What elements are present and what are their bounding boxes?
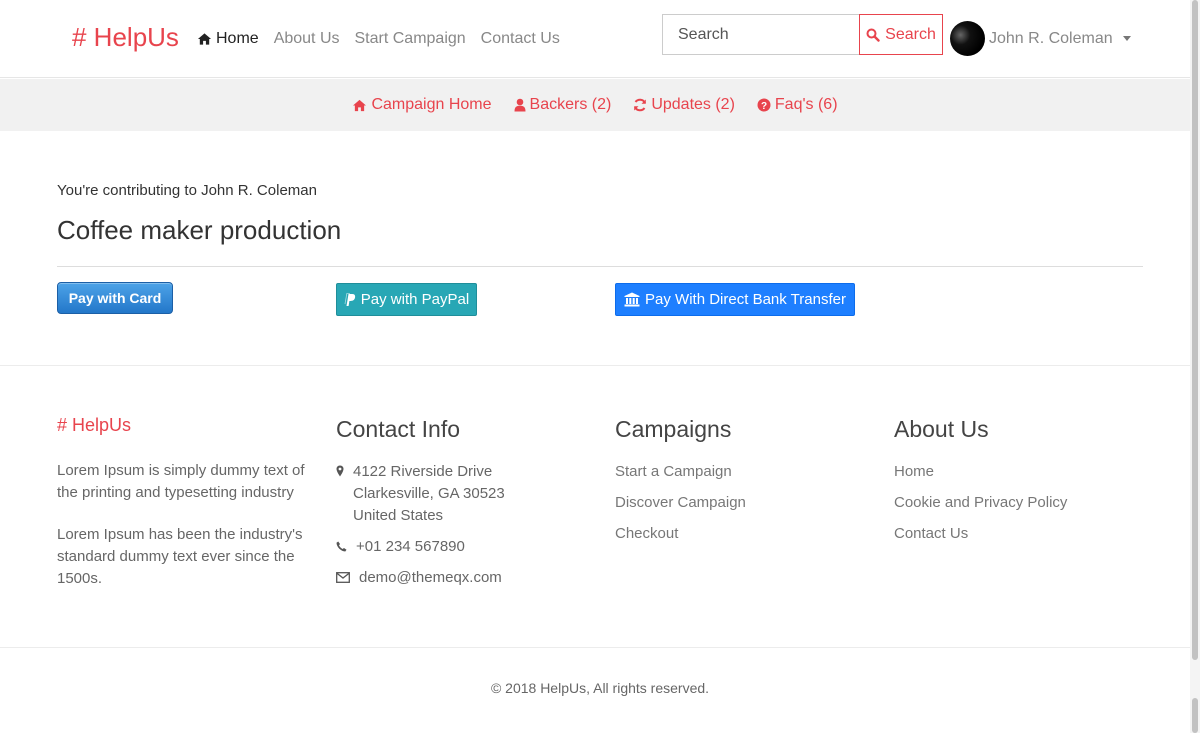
pay-with-card-button[interactable]: Pay with Card [57, 282, 173, 314]
main-nav: Home About Us Start Campaign Contact Us [197, 30, 560, 48]
subnav-updates[interactable]: Updates (2) [633, 96, 735, 114]
footer-phone: +01 234 567890 [336, 536, 465, 558]
footer-campaigns-heading: Campaigns [615, 416, 732, 442]
pay-with-paypal-button[interactable]: Pay with PayPal [336, 283, 477, 316]
subnav-backers[interactable]: Backers (2) [514, 96, 612, 114]
avatar [950, 21, 985, 56]
footer-about-text-2: Lorem Ipsum has been the industry's stan… [57, 526, 303, 587]
subnav-campaign-home[interactable]: Campaign Home [352, 96, 492, 114]
refresh-icon [633, 98, 647, 112]
nav-link-start-campaign[interactable]: Start Campaign [355, 30, 466, 48]
search-icon [866, 28, 880, 42]
footer-contact-heading: Contact Info [336, 416, 461, 442]
footer-link-discover-campaign[interactable]: Discover Campaign [615, 494, 746, 511]
subnav-label: Backers (2) [529, 96, 612, 113]
footer-email: demo@themeqx.com [336, 567, 502, 589]
paypal-button-label: Pay with PayPal [360, 291, 470, 308]
brand-logo[interactable]: # HelpUs [72, 22, 179, 53]
nav-link-home[interactable]: Home [197, 30, 259, 48]
footer-link-contact[interactable]: Contact Us [894, 525, 968, 542]
svg-text:?: ? [761, 101, 767, 112]
search-button-label: Search [885, 25, 936, 43]
campaign-subnav: Campaign Home Backers (2) Updates (2) ? … [0, 79, 1190, 131]
subnav-label: Updates (2) [651, 96, 735, 113]
bank-button-label: Pay With Direct Bank Transfer [645, 291, 846, 308]
subnav-label: Campaign Home [371, 96, 492, 113]
divider [57, 266, 1143, 267]
paypal-icon [344, 292, 356, 307]
caret-down-icon [1122, 36, 1131, 41]
scrollbar-thumb[interactable] [1192, 0, 1198, 660]
subnav-label: Faq's (6) [774, 96, 838, 113]
home-icon [352, 99, 367, 112]
address-line-2: Clarkesville, GA 30523 [353, 485, 505, 502]
footer-address: 4122 Riverside Drive Clarkesville, GA 30… [336, 461, 505, 527]
home-icon [197, 32, 212, 46]
pay-with-bank-transfer-button[interactable]: Pay With Direct Bank Transfer [615, 283, 855, 316]
question-circle-icon: ? [757, 98, 771, 112]
copyright-text: © 2018 HelpUs, All rights reserved. [490, 680, 710, 696]
subnav-faqs[interactable]: ? Faq's (6) [757, 96, 838, 114]
footer-link-checkout[interactable]: Checkout [615, 525, 678, 542]
footer-bottom-divider [0, 647, 1190, 648]
user-menu[interactable]: John R. Coleman [950, 21, 1131, 56]
footer-brand[interactable]: # HelpUs [57, 415, 131, 436]
footer-link-cookie-policy[interactable]: Cookie and Privacy Policy [894, 494, 1067, 511]
user-icon [514, 98, 526, 112]
footer-link-start-campaign[interactable]: Start a Campaign [615, 463, 732, 480]
map-marker-icon [336, 461, 344, 527]
address-line-1: 4122 Riverside Drive [353, 463, 493, 480]
campaign-title: Coffee maker production [57, 215, 342, 245]
footer-link-home[interactable]: Home [894, 463, 934, 480]
nav-link-about[interactable]: About Us [274, 30, 340, 48]
search-input[interactable] [662, 14, 860, 55]
scrollbar-thumb-secondary[interactable] [1192, 698, 1198, 733]
nav-link-contact[interactable]: Contact Us [481, 30, 560, 48]
footer-divider [0, 365, 1190, 366]
contributing-text: You're contributing to John R. Coleman [57, 182, 317, 199]
nav-link-label: Home [216, 30, 259, 47]
search-button[interactable]: Search [859, 14, 943, 55]
envelope-icon [336, 567, 350, 589]
footer-about-text-1: Lorem Ipsum is simply dummy text of the … [57, 462, 305, 501]
phone-icon [336, 536, 347, 558]
address-line-3: United States [353, 507, 444, 524]
email-address[interactable]: demo@themeqx.com [359, 567, 502, 589]
user-name: John R. Coleman [989, 29, 1113, 47]
footer-about-heading: About Us [894, 416, 989, 442]
top-navbar: # HelpUs Home About Us Start Campaign Co… [0, 0, 1190, 78]
bank-icon [624, 292, 640, 307]
phone-number: +01 234 567890 [356, 538, 465, 555]
